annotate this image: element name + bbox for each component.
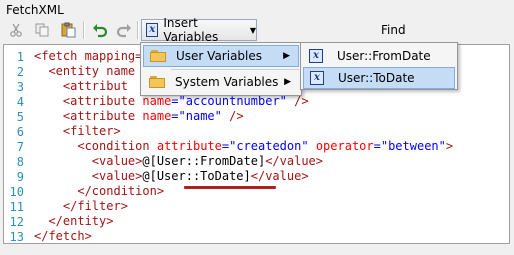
line-number: 13 <box>9 230 24 244</box>
line-number: 6 <box>16 125 24 139</box>
submenu-item-label: User::ToDate <box>338 71 415 85</box>
paste-button[interactable] <box>57 19 79 41</box>
code-token: name <box>142 109 172 123</box>
code-token: <condition <box>77 139 150 153</box>
toolbar-separator <box>83 21 85 39</box>
submenu-arrow-icon: ▶ <box>284 77 291 87</box>
line-number: 8 <box>16 155 24 169</box>
submenu-arrow-icon: ▶ <box>283 51 290 61</box>
copy-icon <box>35 23 49 37</box>
scissors-icon <box>10 23 22 37</box>
window-title: FetchXML <box>6 3 64 17</box>
code-line: <entity name <box>34 64 135 79</box>
code-line: </filter> <box>34 199 128 214</box>
paste-icon <box>61 22 76 38</box>
menu-item-system-variables[interactable]: System Variables ▶ <box>143 71 299 93</box>
code-token: <attribute <box>62 94 136 108</box>
code-token: /> <box>294 94 309 108</box>
variable-icon: x <box>309 49 323 63</box>
code-line: </entity> <box>34 214 113 229</box>
menu-item-user-variables[interactable]: User Variables ▶ <box>143 45 299 67</box>
code-token: </filter> <box>62 199 128 213</box>
code-line: <value>@[User::ToDate]</value> <box>34 169 309 184</box>
code-token: /> <box>229 109 244 123</box>
variable-icon: x <box>310 71 324 85</box>
code-token: > <box>445 139 454 153</box>
code-line: </condition> <box>34 184 164 199</box>
code-token: <filter> <box>62 124 121 138</box>
code-token: </fetch> <box>34 229 92 243</box>
code-token: @[User::FromDate] <box>142 154 266 168</box>
folder-icon <box>150 50 166 62</box>
code-token: attribute <box>156 139 222 153</box>
undo-button[interactable] <box>89 19 111 41</box>
code-line: <value>@[User::FromDate]</value> <box>34 154 323 169</box>
code-token: "between" <box>380 139 446 153</box>
code-line: <filter> <box>34 124 121 139</box>
line-number: 4 <box>16 95 24 109</box>
chevron-down-icon: ▼ <box>249 25 256 35</box>
menu-separator <box>171 69 299 70</box>
code-token: </value> <box>265 154 323 168</box>
user-variables-submenu: x User::FromDate x User::ToDate <box>300 42 458 90</box>
code-token: "accountnumber" <box>178 94 287 108</box>
line-number: 12 <box>9 215 24 229</box>
line-number: 2 <box>16 65 24 79</box>
line-number-gutter: 1 2 3 4 5 6 7 8 9 10 11 12 13 <box>4 45 28 244</box>
code-token: <value> <box>91 169 143 183</box>
line-number: 11 <box>9 200 24 214</box>
code-token: "name" <box>178 109 222 123</box>
insert-variables-menu: User Variables ▶ System Variables ▶ <box>140 42 302 96</box>
line-number: 7 <box>16 140 24 154</box>
code-token: </entity> <box>48 214 114 228</box>
submenu-item-todate[interactable]: x User::ToDate <box>303 67 455 89</box>
red-underline-annotation <box>184 186 276 189</box>
code-token: "createdon" <box>229 139 309 153</box>
code-token: </value> <box>250 169 309 183</box>
code-token: operator <box>315 139 374 153</box>
code-token: @[User::ToDate] <box>142 169 251 183</box>
submenu-item-fromdate[interactable]: x User::FromDate <box>303 45 455 67</box>
code-token: <fetch mapping= <box>34 49 143 63</box>
line-number: 1 <box>16 50 24 64</box>
code-token: <value> <box>91 154 143 168</box>
line-number: 9 <box>16 170 24 184</box>
find-label[interactable]: Find <box>381 23 406 37</box>
code-line: <attribut <box>34 79 128 94</box>
redo-icon <box>116 24 131 38</box>
redo-button[interactable] <box>113 19 135 41</box>
code-token: <attribute <box>62 109 136 123</box>
insert-variables-label: Insert Variables <box>163 16 219 44</box>
submenu-item-label: User::FromDate <box>337 49 431 63</box>
code-token: name <box>142 94 172 108</box>
folder-icon <box>149 76 165 88</box>
variable-icon: x <box>146 23 159 37</box>
menu-item-label: User Variables <box>176 49 263 63</box>
code-token: <attribut <box>62 79 128 93</box>
menu-item-label: System Variables <box>175 75 279 89</box>
toolbar: x Insert Variables ▼ Find <box>3 16 511 44</box>
insert-variables-button[interactable]: x Insert Variables ▼ <box>141 16 257 44</box>
copy-button[interactable] <box>31 19 53 41</box>
line-number: 5 <box>16 110 24 124</box>
code-token: <entity name <box>48 64 136 78</box>
code-line: </fetch> <box>34 229 92 244</box>
undo-icon <box>93 24 108 38</box>
code-line: <fetch mapping= <box>34 49 142 64</box>
cut-button[interactable] <box>5 19 27 41</box>
code-line: <attribute name="name" /> <box>62 109 244 123</box>
line-number: 3 <box>16 80 24 94</box>
code-line: <condition attribute="createdon" operato… <box>77 139 454 153</box>
code-token: </condition> <box>77 184 165 198</box>
toolbar-separator <box>137 21 139 39</box>
line-number: 10 <box>9 185 24 199</box>
code-line: <attribute name="accountnumber" /> <box>62 94 309 108</box>
